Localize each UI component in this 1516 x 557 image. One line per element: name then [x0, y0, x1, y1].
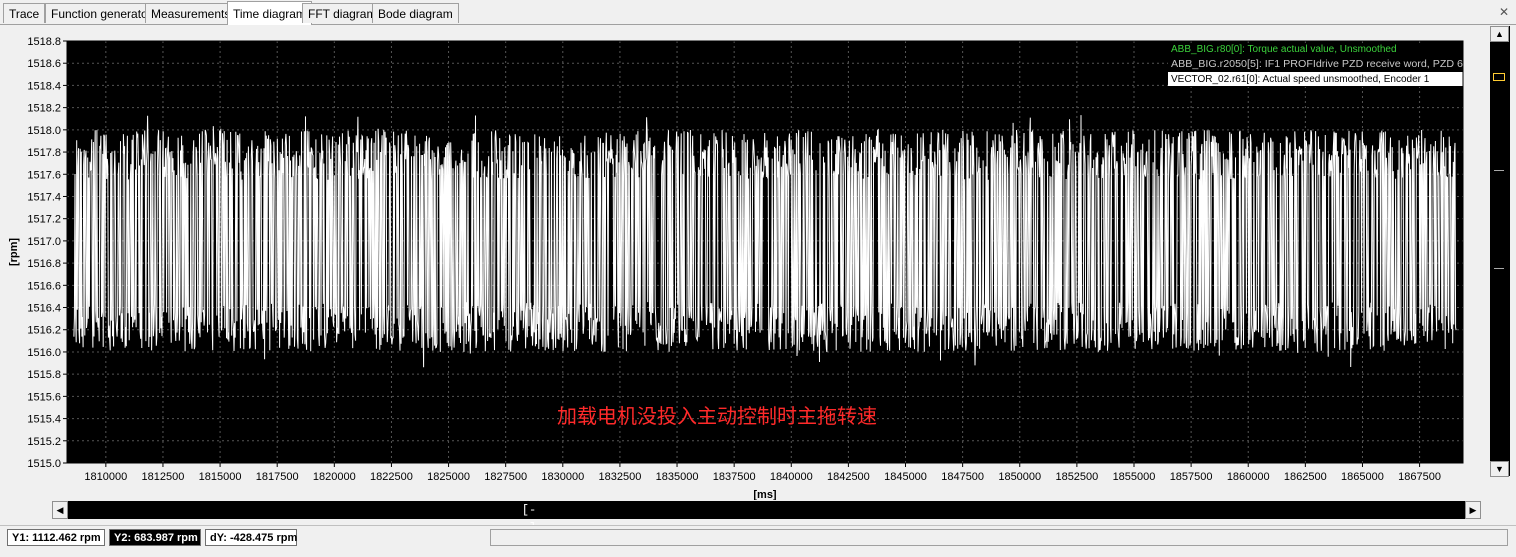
x-tick-label: 1860000: [1227, 471, 1270, 483]
y-tick-label: 1516.4: [27, 303, 61, 315]
x-tick-label: 1842500: [827, 471, 870, 483]
y-tick-label: 1515.0: [27, 458, 61, 470]
scroll-right-button[interactable]: ▶: [1465, 501, 1481, 519]
x-tick-label: 1855000: [1113, 471, 1156, 483]
y-tick-label: 1518.6: [27, 58, 61, 70]
y-tick-label: 1517.0: [27, 236, 61, 248]
x-tick-label: 1822500: [370, 471, 413, 483]
x-tick-label: 1835000: [656, 471, 699, 483]
chart-annotation: 加载电机没投入主动控制时主拖转速: [557, 404, 877, 428]
x-axis-label: [ms]: [753, 489, 777, 500]
vertical-marker: [1494, 170, 1504, 171]
x-tick-label: 1857500: [1170, 471, 1213, 483]
scroll-up-button[interactable]: ▲: [1490, 26, 1509, 42]
x-tick-label: 1817500: [256, 471, 299, 483]
y-tick-label: 1515.8: [27, 369, 61, 381]
x-tick-label: 1832500: [599, 471, 642, 483]
x-tick-label: 1852500: [1055, 471, 1098, 483]
x-tick-label: 1827500: [484, 471, 527, 483]
y-tick-label: 1516.8: [27, 258, 61, 270]
y-tick-label: 1517.2: [27, 214, 61, 226]
tab-bode-diagram[interactable]: Bode diagram: [372, 3, 459, 23]
legend-entry-torque[interactable]: ABB_BIG.r80[0]: Torque actual value, Uns…: [1171, 44, 1397, 55]
y-tick-label: 1518.4: [27, 80, 61, 92]
y-tick-label: 1517.8: [27, 147, 61, 159]
time-diagram-plot[interactable]: 1518.8 1518.6 1518.4 1518.2 1518.0 1517.8 1517…: [5, 28, 1491, 500]
y-tick-label: 1517.4: [27, 191, 61, 203]
horizontal-scroll-thumb[interactable]: [--]: [518, 501, 540, 535]
x-tick-label: 1850000: [998, 471, 1041, 483]
y-tick-label: 1518.8: [27, 36, 61, 48]
x-tick-label: 1830000: [541, 471, 584, 483]
x-tick-label: 1810000: [84, 471, 127, 483]
legend-entry-speed[interactable]: VECTOR_02.r61[0]: Actual speed unsmoothe…: [1171, 74, 1430, 85]
legend-entry-pzd[interactable]: ABB_BIG.r2050[5]: IF1 PROFIdrive PZD rec…: [1171, 59, 1463, 70]
cursor-y2-readout: Y2: 683.987 rpm: [109, 529, 201, 546]
x-tick-label: 1862500: [1284, 471, 1327, 483]
tab-bar: Trace Function generator Measurements Ti…: [0, 0, 1516, 25]
x-tick-label: 1812500: [142, 471, 185, 483]
y-tick-label: 1515.4: [27, 414, 61, 426]
y-tick-label: 1516.2: [27, 325, 61, 337]
cursor-y1-readout: Y1: 1112.462 rpm: [7, 529, 105, 546]
y-tick-label: 1517.6: [27, 169, 61, 181]
close-icon[interactable]: ✕: [1496, 4, 1512, 20]
x-tick-label: 1840000: [770, 471, 813, 483]
scroll-down-button[interactable]: ▼: [1490, 461, 1509, 477]
time-diagram-chart: 1518.8 1518.6 1518.4 1518.2 1518.0 1517.8 1517…: [5, 28, 1491, 520]
tab-fft-diagram[interactable]: FFT diagram: [302, 3, 383, 23]
x-tick-label: 1820000: [313, 471, 356, 483]
x-tick-label: 1845000: [884, 471, 927, 483]
tab-time-diagram[interactable]: Time diagram: [227, 1, 312, 25]
cursor-dy-readout: dY: -428.475 rpm: [205, 529, 297, 546]
y-tick-label: 1516.0: [27, 347, 61, 359]
x-tick-label: 1825000: [427, 471, 470, 483]
scroll-left-button[interactable]: ◀: [52, 501, 68, 519]
y-tick-label: 1515.6: [27, 391, 61, 403]
x-tick-label: 1815000: [199, 471, 242, 483]
x-tick-label: 1837500: [713, 471, 756, 483]
vertical-scrollbar[interactable]: [1490, 26, 1510, 476]
y-tick-label: 1516.6: [27, 280, 61, 292]
vertical-scroll-thumb[interactable]: [1493, 73, 1505, 81]
tab-trace[interactable]: Trace: [3, 3, 46, 23]
status-message-field: [490, 529, 1508, 546]
status-bar: Y1: 1112.462 rpm Y2: 683.987 rpm dY: -42…: [0, 525, 1516, 557]
legend: ABB_BIG.r80[0]: Torque actual value, Uns…: [1168, 43, 1463, 87]
x-tick-label: 1867500: [1398, 471, 1441, 483]
y-axis-label: [rpm]: [8, 238, 20, 266]
y-tick-label: 1515.2: [27, 436, 61, 448]
tab-measurements[interactable]: Measurements: [145, 3, 237, 23]
y-tick-label: 1518.2: [27, 103, 61, 115]
horizontal-scrollbar[interactable]: [52, 501, 1481, 519]
x-tick-label: 1865000: [1341, 471, 1384, 483]
x-tick-label: 1847500: [941, 471, 984, 483]
vertical-marker: [1494, 268, 1504, 269]
tab-function-generator[interactable]: Function generator: [45, 3, 158, 23]
y-tick-label: 1518.0: [27, 125, 61, 137]
